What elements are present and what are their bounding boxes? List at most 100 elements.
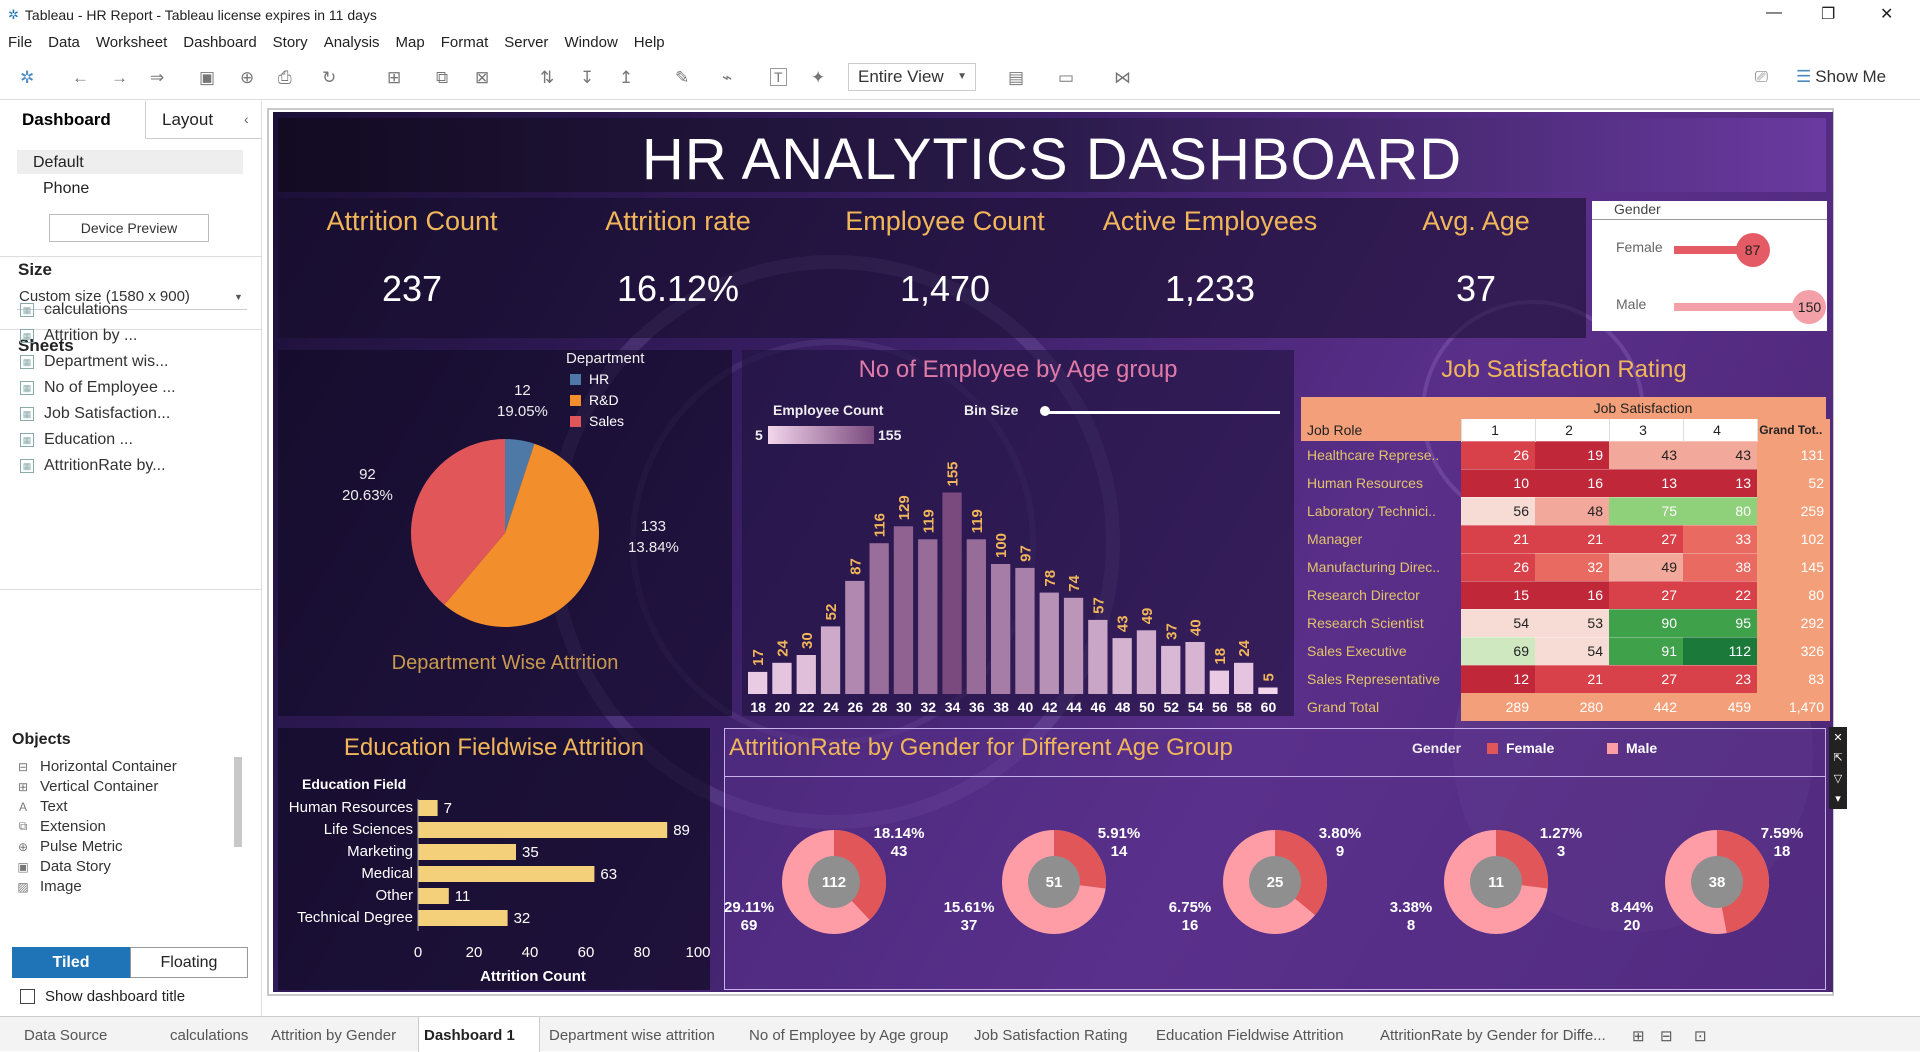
- undo-icon[interactable]: ←: [72, 68, 89, 88]
- redo-icon[interactable]: →: [111, 68, 128, 88]
- share-icon[interactable]: ⋈: [1114, 68, 1131, 88]
- menu-item[interactable]: Analysis: [324, 34, 380, 51]
- object-item[interactable]: ⊟ Horizontal Container: [16, 758, 177, 775]
- filter-icon[interactable]: ▽: [1834, 772, 1842, 785]
- maximize-button[interactable]: ❐: [1821, 4, 1835, 24]
- job-col-header: Grand Tot..: [1756, 419, 1830, 441]
- edu-tick: 20: [466, 944, 483, 961]
- replay-icon[interactable]: ⇒: [150, 68, 164, 88]
- kpi-value: 1,470: [899, 268, 991, 309]
- worksheet-icon: ▦: [20, 459, 34, 473]
- fit-selector[interactable]: Entire View ▼: [848, 63, 976, 91]
- sheet-item[interactable]: ▦ AttritionRate by...: [20, 457, 166, 475]
- sheet-controls[interactable]: ✕ ⇱ ▽ ▾: [1829, 727, 1847, 809]
- menu-item[interactable]: File: [8, 34, 32, 51]
- tableau-home-icon[interactable]: ✲: [20, 68, 34, 88]
- tiled-button[interactable]: Tiled: [12, 947, 130, 978]
- sheet-item[interactable]: ▦ Job Satisfaction...: [20, 405, 170, 423]
- pin-icon[interactable]: ✦: [811, 68, 825, 88]
- highlight-icon[interactable]: ✎: [675, 68, 689, 88]
- new-worksheet-icon[interactable]: ⊞: [387, 68, 401, 88]
- bin-slider-handle[interactable]: [1040, 406, 1050, 416]
- menu-item[interactable]: Map: [396, 34, 425, 51]
- sheet-tab[interactable]: Data Source: [24, 1027, 107, 1044]
- menu-item[interactable]: Format: [441, 34, 489, 51]
- job-row: Sales Executive 69 54 91 112 326: [1301, 636, 1830, 665]
- floating-button[interactable]: Floating: [130, 947, 248, 978]
- sheet-item[interactable]: ▦ calculations: [20, 301, 128, 319]
- device-phone[interactable]: Phone: [43, 180, 89, 198]
- more-icon[interactable]: ▾: [1835, 792, 1841, 805]
- sheet-item[interactable]: ▦ Attrition by ...: [20, 327, 137, 345]
- job-cell: 56: [1461, 496, 1535, 525]
- edu-bar: [418, 844, 516, 860]
- refresh-icon[interactable]: ↻: [322, 68, 336, 88]
- sheet-tab[interactable]: Dashboard 1: [424, 1027, 515, 1044]
- sheet-item[interactable]: ▦ Department wis...: [20, 353, 168, 371]
- minimize-button[interactable]: —: [1766, 4, 1782, 22]
- object-item[interactable]: ⧉ Extension: [16, 818, 106, 835]
- object-item[interactable]: A Text: [16, 798, 68, 815]
- checkbox-icon[interactable]: [20, 989, 35, 1004]
- menu-item[interactable]: Window: [564, 34, 617, 51]
- object-item[interactable]: ⊞ Vertical Container: [16, 778, 158, 795]
- chevron-down-icon[interactable]: ▼: [234, 292, 243, 302]
- sheet-tab[interactable]: calculations: [170, 1027, 248, 1044]
- object-item[interactable]: ▣ Data Story: [16, 858, 111, 875]
- menu-item[interactable]: Dashboard: [183, 34, 256, 51]
- new-sheet-icon[interactable]: ⊞: [1632, 1027, 1645, 1045]
- donut-female-label: 3: [1557, 843, 1565, 860]
- menu-item[interactable]: Server: [504, 34, 548, 51]
- swap-icon[interactable]: ⇅: [540, 68, 554, 88]
- menu-item[interactable]: Help: [634, 34, 665, 51]
- close-icon[interactable]: ✕: [1833, 731, 1842, 744]
- kpi-value: 37: [1455, 268, 1497, 309]
- sheet-tab[interactable]: Job Satisfaction Rating: [974, 1027, 1127, 1044]
- sheet-item[interactable]: ▦ No of Employee ...: [20, 379, 176, 397]
- show-me-button[interactable]: ☰ Show Me: [1796, 67, 1886, 87]
- age-bar: [1039, 592, 1059, 694]
- job-total: 292: [1757, 609, 1830, 637]
- open-icon[interactable]: ⇱: [1833, 751, 1842, 764]
- sheet-tab[interactable]: Attrition by Gender: [271, 1027, 396, 1044]
- duplicate-icon[interactable]: ⧉: [436, 68, 448, 88]
- new-datasource-icon[interactable]: ⊕: [240, 68, 254, 88]
- collapse-panel-icon[interactable]: ‹: [244, 111, 249, 127]
- female-value: 87: [1735, 233, 1770, 267]
- group-icon[interactable]: ⌁: [722, 68, 732, 88]
- sheet-tab[interactable]: AttritionRate by Gender for Diffe...: [1380, 1027, 1606, 1044]
- job-cell: 49: [1609, 552, 1683, 581]
- sheet-tab[interactable]: Education Fieldwise Attrition: [1156, 1027, 1344, 1044]
- donut-center-value: 11: [1488, 874, 1504, 891]
- bin-slider-track[interactable]: [1044, 411, 1280, 414]
- show-title-checkbox[interactable]: Show dashboard title: [20, 988, 185, 1005]
- menu-item[interactable]: Worksheet: [96, 34, 167, 51]
- new-dashboard-icon[interactable]: ⊟: [1660, 1027, 1673, 1045]
- donut-chart: 25 3.80%9 6.75%16: [1169, 825, 1361, 934]
- sheet-item[interactable]: ▦ Education ...: [20, 431, 133, 449]
- pause-updates-icon[interactable]: ⎙: [278, 68, 292, 88]
- sheet-tab[interactable]: Department wise attrition: [549, 1027, 715, 1044]
- menu-item[interactable]: Data: [48, 34, 80, 51]
- menu-item[interactable]: Story: [273, 34, 308, 51]
- job-cell: 15: [1461, 580, 1535, 609]
- new-story-icon[interactable]: ⊡: [1694, 1027, 1707, 1045]
- close-window-button[interactable]: ✕: [1880, 4, 1893, 24]
- job-total: 83: [1757, 665, 1830, 693]
- clear-sheet-icon[interactable]: ⊠: [475, 68, 489, 88]
- sort-desc-icon[interactable]: ↥: [619, 68, 633, 88]
- sort-asc-icon[interactable]: ↧: [580, 68, 594, 88]
- save-icon[interactable]: ▣: [199, 68, 215, 88]
- horizontal-container-icon: ⊟: [17, 759, 29, 774]
- device-default[interactable]: Default: [17, 150, 243, 174]
- object-item[interactable]: ▨ Image: [16, 878, 81, 895]
- device-preview-button[interactable]: Device Preview: [49, 214, 209, 242]
- show-cards-icon[interactable]: ▤: [1008, 68, 1024, 88]
- object-item[interactable]: ⊕ Pulse Metric: [16, 838, 123, 855]
- objects-scrollbar[interactable]: [234, 757, 242, 847]
- paintbrush-icon[interactable]: ⎚: [1755, 69, 1768, 87]
- tab-dashboard[interactable]: Dashboard: [22, 110, 111, 130]
- presentation-icon[interactable]: ▭: [1058, 68, 1074, 88]
- labels-icon[interactable]: T: [770, 68, 787, 86]
- sheet-tab[interactable]: No of Employee by Age group: [749, 1027, 948, 1044]
